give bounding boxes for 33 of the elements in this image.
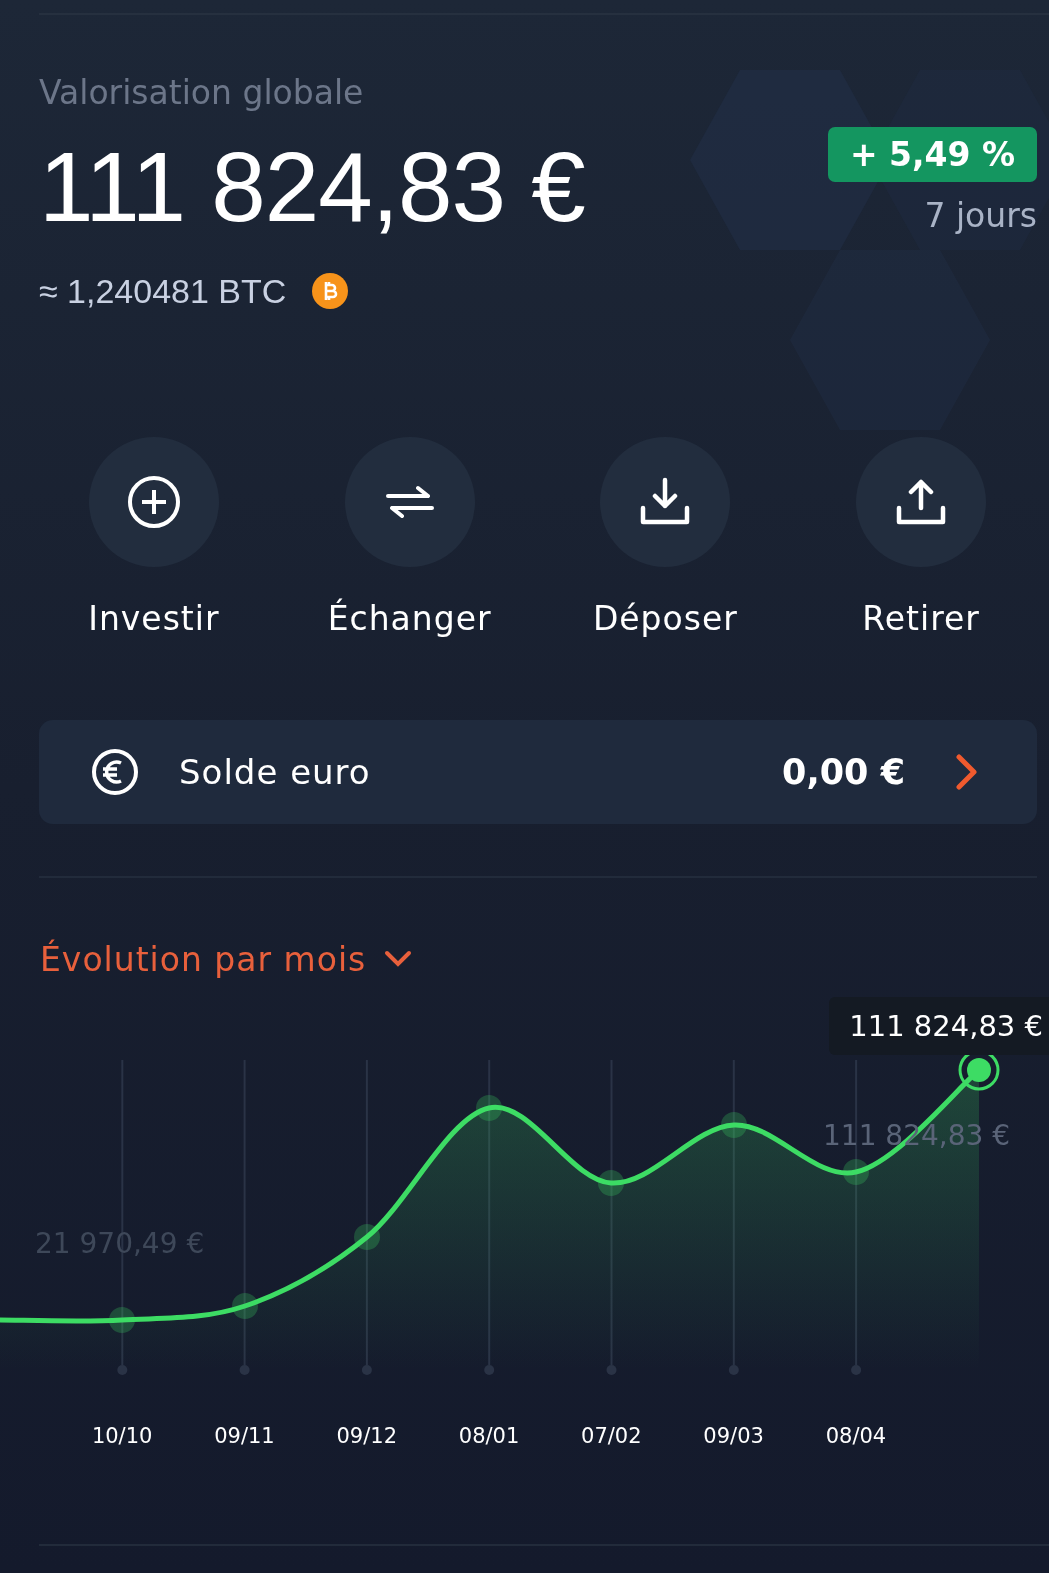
data-point <box>354 1223 380 1250</box>
axis-label: 09/12 <box>335 1423 398 1448</box>
section-title: Valorisation globale <box>39 73 365 112</box>
value-tooltip: 111 824,83 € <box>829 996 1049 1055</box>
axis-label: 09/11 <box>213 1423 276 1448</box>
action-label[interactable]: Échanger <box>327 598 492 638</box>
period-label: 7 jours <box>924 196 1037 235</box>
chevron-down-icon <box>384 950 413 969</box>
axis-label: 07/02 <box>580 1423 643 1448</box>
action-label[interactable]: Déposer <box>592 598 738 638</box>
total-value: 111 824,83 € <box>39 134 585 242</box>
change-badge: + 5,49 % <box>827 127 1037 182</box>
plus-circle-icon <box>125 473 182 530</box>
euro-icon <box>91 747 139 796</box>
data-point <box>721 1111 747 1138</box>
axis-label: 08/04 <box>824 1423 888 1448</box>
axis-label: 10/10 <box>90 1423 154 1448</box>
balance-row[interactable]: Solde euro 0,00 € <box>39 719 1037 824</box>
data-point <box>476 1094 502 1121</box>
bitcoin-icon <box>312 273 349 310</box>
chevron-right-icon <box>955 753 979 790</box>
btc-value: ≈ 1,240481 BTC <box>39 271 287 311</box>
balance-amount: 0,00 € <box>782 751 905 792</box>
data-point <box>109 1306 135 1333</box>
axis-label: 08/01 <box>457 1423 521 1448</box>
data-point <box>598 1169 624 1196</box>
data-point <box>843 1158 869 1185</box>
axis-label: 09/03 <box>702 1423 765 1448</box>
action-label[interactable]: Investir <box>88 598 220 638</box>
action-label[interactable]: Retirer <box>862 598 980 638</box>
data-point <box>232 1292 258 1319</box>
period-dropdown[interactable]: Évolution par mois <box>40 939 413 979</box>
balance-label: Solde euro <box>179 751 372 792</box>
